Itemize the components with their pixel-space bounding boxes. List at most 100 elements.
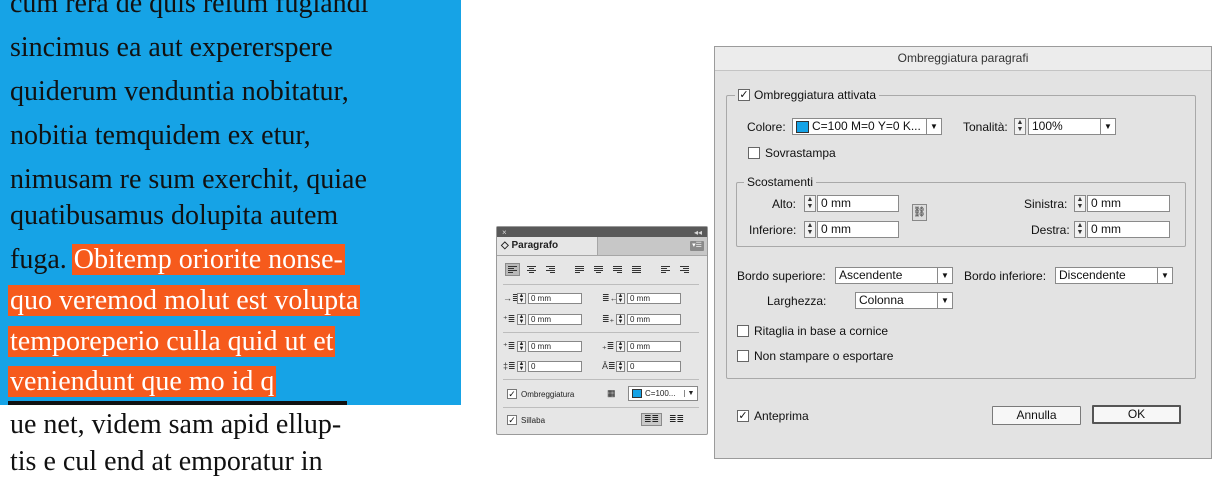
grid-none-icon[interactable]: ≣≣ — [669, 414, 684, 425]
justify-all-icon[interactable] — [629, 263, 644, 276]
stepper-icon[interactable]: ▲ ▼ — [616, 341, 625, 352]
cancel-button[interactable]: Annulla — [992, 406, 1081, 425]
do-not-print-checkbox[interactable] — [737, 350, 749, 362]
stepper-icon[interactable]: ▲ ▼ — [517, 341, 526, 352]
bottom-offset-input[interactable]: 0 mm — [817, 221, 899, 238]
divider — [503, 284, 699, 285]
link-icon[interactable]: ⛓ — [912, 204, 927, 221]
hyphenation-label: Sillaba — [521, 415, 546, 425]
color-label: Colore: — [747, 120, 786, 134]
text-line: quiderum venduntia nobitatur, — [10, 76, 349, 107]
space-after-input[interactable]: 0 mm — [627, 341, 681, 352]
shading-checkbox[interactable]: ✓ — [507, 389, 517, 399]
shading-enabled-label: Ombreggiatura attivata — [754, 88, 877, 102]
dropcap-chars-input[interactable]: 0 — [627, 361, 681, 372]
dropcap-lines-input[interactable]: 0 — [528, 361, 582, 372]
tint-select[interactable]: 100% ▼ — [1028, 118, 1116, 135]
shading-enabled-checkbox[interactable]: ✓ — [738, 89, 750, 101]
collapse-icon[interactable]: ◂◂ — [694, 228, 702, 237]
chevron-down-icon: ▼ — [684, 390, 697, 397]
chevron-down-icon: ▼ — [1157, 268, 1172, 283]
clip-to-frame-checkbox[interactable] — [737, 325, 749, 337]
left-stepper-icon[interactable]: ▲ ▼ — [1074, 195, 1086, 212]
text-line: nimusam re sum exerchit, quiae — [10, 164, 367, 195]
space-before-input[interactable]: 0 mm — [528, 341, 582, 352]
do-not-print-row: Non stampare o esportare — [737, 349, 893, 363]
text-line: ue net, videm sam apid ellup- — [10, 409, 342, 440]
hyphenation-checkbox[interactable]: ✓ — [507, 415, 517, 425]
paragraph-shading-dialog: Ombreggiatura paragrafi ✓ Ombreggiatura … — [714, 46, 1212, 459]
dialog-title: Ombreggiatura paragrafi — [715, 47, 1211, 71]
right-stepper-icon[interactable]: ▲ ▼ — [1074, 221, 1086, 238]
preview-row: ✓ Anteprima — [737, 409, 809, 423]
selected-text[interactable]: temporeperio culla quid ut et — [8, 326, 336, 357]
color-swatch — [796, 120, 809, 133]
right-indent-input[interactable]: 0 mm — [627, 293, 681, 304]
stepper-icon[interactable]: ▲ ▼ — [517, 361, 526, 372]
stepper-icon[interactable]: ▲ ▼ — [616, 361, 625, 372]
overprint-checkbox[interactable] — [748, 147, 760, 159]
hyphenation-checkbox-row: ✓ Sillaba — [507, 415, 545, 425]
chevron-down-icon: ▼ — [926, 119, 941, 134]
first-line-indent-input[interactable]: 0 mm — [528, 314, 582, 325]
bottom-edge-select[interactable]: Discendente ▼ — [1055, 267, 1173, 284]
width-value: Colonna — [859, 293, 904, 307]
first-line-indent-icon: ⁺≣ — [503, 314, 516, 324]
stepper-icon[interactable]: ▲ ▼ — [517, 314, 526, 325]
dropcap-chars-field: Ā≣ ▲ ▼ 0 — [602, 361, 681, 372]
document-page: cum rera de quis reium fugiandi sincimus… — [0, 0, 462, 477]
align-toward-spine-icon[interactable] — [658, 263, 673, 276]
last-line-indent-input[interactable]: 0 mm — [627, 314, 681, 325]
do-not-print-label: Non stampare o esportare — [754, 349, 894, 363]
close-icon[interactable]: × — [502, 228, 507, 237]
tab-paragraph[interactable]: ◇ Paragrafo — [497, 237, 598, 255]
stepper-icon[interactable]: ▲ ▼ — [616, 293, 625, 304]
bottom-edge-label: Bordo inferiore: — [964, 269, 1047, 283]
alignment-buttons — [505, 263, 692, 277]
clip-to-frame-label: Ritaglia in base a cornice — [754, 324, 889, 338]
selected-text[interactable]: veniendunt que mo id q — [8, 366, 277, 397]
selected-text[interactable]: Obitemp oriorite nonse- — [71, 244, 345, 275]
clip-to-frame-row: Ritaglia in base a cornice — [737, 324, 888, 338]
align-away-spine-icon[interactable] — [677, 263, 692, 276]
top-offset-input[interactable]: 0 mm — [817, 195, 899, 212]
right-offset-input[interactable]: 0 mm — [1087, 221, 1170, 238]
left-offset-input[interactable]: 0 mm — [1087, 195, 1170, 212]
chevron-down-icon: ▼ — [1100, 119, 1115, 134]
tint-value: 100% — [1032, 119, 1063, 133]
bottom-edge-value: Discendente — [1059, 268, 1126, 282]
dropcap-lines-field: ‡≣ ▲ ▼ 0 — [503, 361, 582, 372]
shading-checkbox-row: ✓ Ombreggiatura — [507, 389, 574, 399]
justify-right-icon[interactable] — [610, 263, 625, 276]
color-select[interactable]: C=100 M=0 Y=0 K... ▼ — [792, 118, 942, 135]
align-left-icon[interactable] — [505, 263, 520, 276]
panel-titlebar[interactable]: × ◂◂ — [497, 227, 707, 237]
tint-stepper-icon[interactable]: ▲ ▼ — [1014, 118, 1026, 135]
top-stepper-icon[interactable]: ▲ ▼ — [804, 195, 816, 212]
space-before-field: ⁺≣ ▲ ▼ 0 mm — [503, 341, 582, 352]
ok-button[interactable]: OK — [1092, 405, 1181, 424]
bottom-stepper-icon[interactable]: ▲ ▼ — [804, 221, 816, 238]
justify-left-icon[interactable] — [572, 263, 587, 276]
panel-menu-icon[interactable]: ▾☰ — [690, 241, 704, 251]
stepper-icon[interactable]: ▲ ▼ — [517, 293, 526, 304]
top-edge-select[interactable]: Ascendente ▼ — [835, 267, 953, 284]
left-indent-field: →≣ ▲ ▼ 0 mm — [503, 293, 582, 304]
grid-align-icon[interactable]: ≣≣ — [641, 413, 663, 426]
selected-text[interactable]: quo veremod molut est volupta — [8, 285, 361, 316]
space-after-field: ₊≣ ▲ ▼ 0 mm — [602, 341, 681, 352]
text-line: temporeperio culla quid ut et — [8, 322, 336, 362]
shading-color-select[interactable]: C=100... ▼ — [628, 386, 698, 401]
left-indent-input[interactable]: 0 mm — [528, 293, 582, 304]
justify-center-icon[interactable] — [591, 263, 606, 276]
shading-settings-icon[interactable]: ▦ — [607, 388, 616, 399]
width-select[interactable]: Colonna ▼ — [855, 292, 953, 309]
align-right-icon[interactable] — [543, 263, 558, 276]
preview-checkbox[interactable]: ✓ — [737, 410, 749, 422]
text-line: quatibusamus dolupita autem — [10, 200, 339, 231]
stepper-icon[interactable]: ▲ ▼ — [616, 314, 625, 325]
align-center-icon[interactable] — [524, 263, 539, 276]
tint-label: Tonalità: — [963, 120, 1008, 134]
text-fragment: fuga. — [10, 244, 74, 275]
space-after-icon: ₊≣ — [602, 341, 615, 351]
